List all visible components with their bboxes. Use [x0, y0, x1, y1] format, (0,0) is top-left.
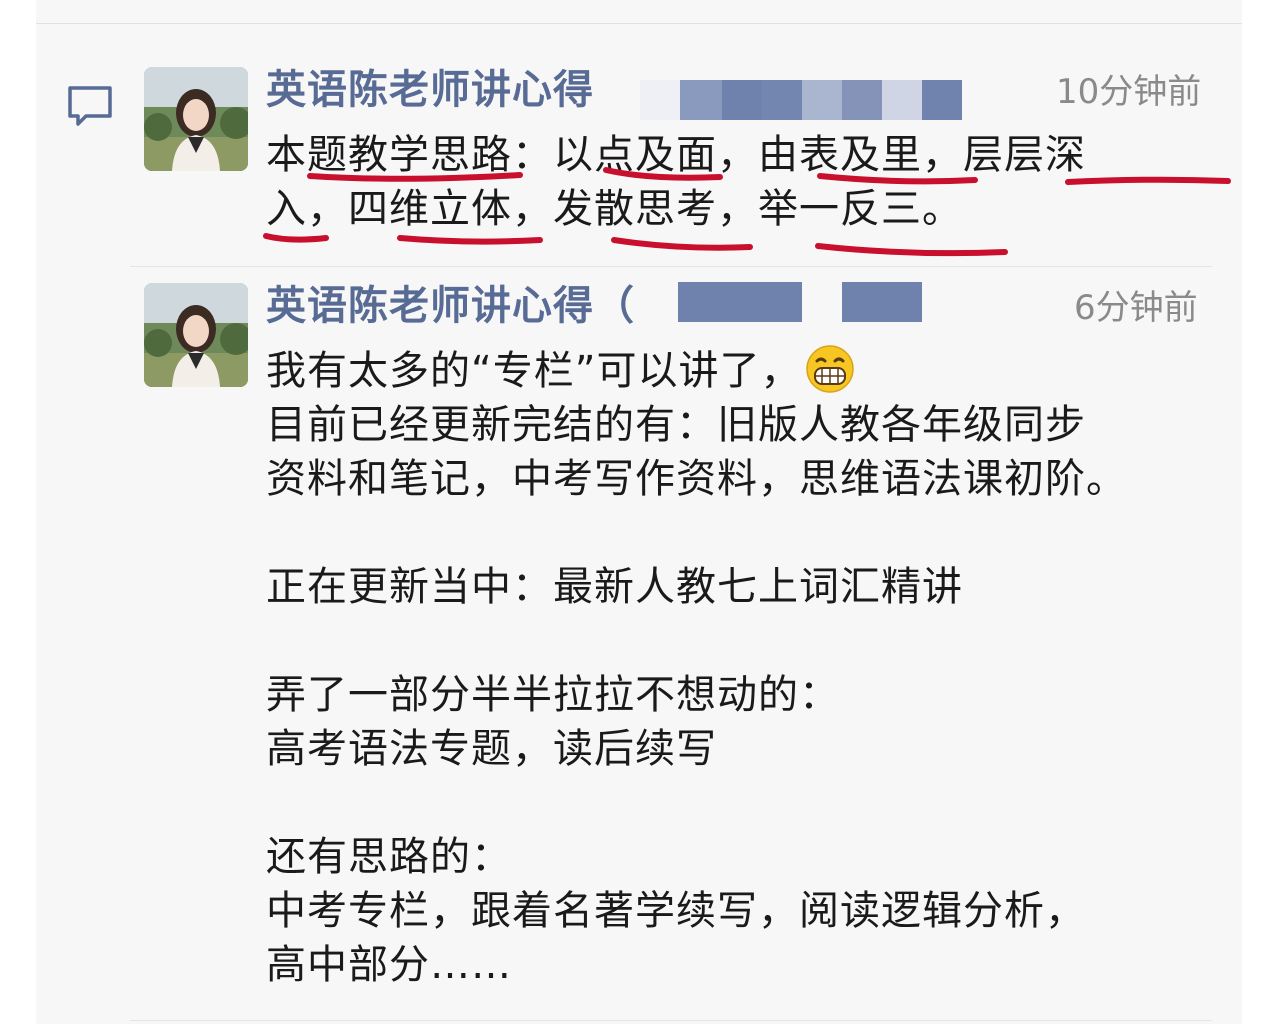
- redaction-block: [882, 80, 922, 120]
- comment-text-line: 弄了一部分半半拉拉不想动的：: [266, 672, 840, 718]
- redaction-block: [722, 80, 762, 120]
- comment-text-line: 资料和笔记，中考写作资料，思维语法课初阶。: [266, 456, 1127, 502]
- comment-text-span: 我有太多的“专栏”可以讲了，: [266, 348, 802, 394]
- redaction-block: [640, 80, 680, 120]
- avatar[interactable]: [144, 283, 248, 387]
- top-divider: [36, 23, 1242, 24]
- comment-divider: [130, 1020, 1212, 1021]
- comment-divider: [130, 266, 1212, 267]
- redaction-block: [842, 282, 922, 322]
- comment-icon[interactable]: [66, 84, 114, 130]
- comment-text-line: 目前已经更新完结的有：旧版人教各年级同步: [266, 402, 1086, 448]
- redaction-block: [922, 80, 962, 120]
- comment-text-line: 高考语法专题，读后续写: [266, 726, 717, 772]
- avatar[interactable]: [144, 67, 248, 171]
- author-name[interactable]: 英语陈老师讲心得: [266, 66, 594, 114]
- redaction-block: [680, 80, 722, 120]
- redaction-block: [678, 282, 802, 322]
- comment-text-line: 高中部分……: [266, 942, 512, 988]
- comment-text-line: 入，四维立体，发散思考，举一反三。: [266, 186, 963, 232]
- timestamp: 6分钟前: [1074, 288, 1198, 328]
- comment-text-line: 本题教学思路：以点及面，由表及里，层层深: [266, 132, 1086, 178]
- redaction-block: [842, 80, 882, 120]
- comment-text-line: 我有太多的“专栏”可以讲了，: [266, 344, 855, 398]
- comment-text-line: 正在更新当中：最新人教七上词汇精讲: [266, 564, 963, 610]
- comment-text-line: 还有思路的：: [266, 834, 512, 880]
- grinning-face-icon: [805, 344, 855, 394]
- redaction-block: [762, 80, 802, 120]
- author-name[interactable]: 英语陈老师讲心得（: [266, 282, 635, 330]
- redaction-block: [802, 80, 842, 120]
- timestamp: 10分钟前: [1056, 72, 1202, 112]
- comment-text-line: 中考专栏，跟着名著学续写，阅读逻辑分析，: [266, 888, 1086, 934]
